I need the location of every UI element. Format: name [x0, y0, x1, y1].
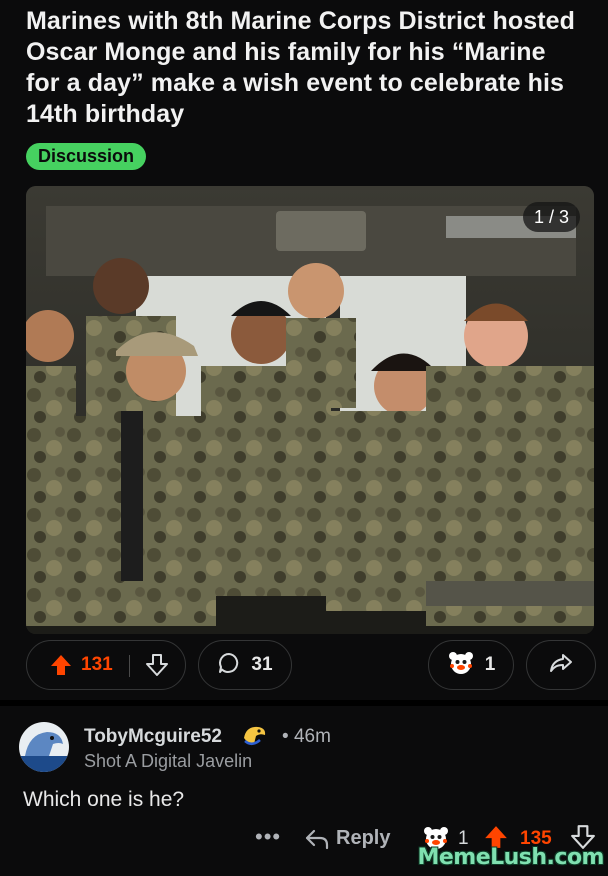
award-button[interactable]: 1 [428, 640, 514, 690]
upvote-arrow-icon[interactable] [49, 653, 73, 682]
gallery-counter: 1 / 3 [522, 202, 580, 232]
post-title[interactable]: Marines with 8th Marine Corps District h… [26, 6, 586, 130]
more-options-button[interactable]: ••• [255, 824, 281, 850]
share-arrow-icon [549, 651, 573, 680]
reply-arrow-icon[interactable] [304, 827, 330, 856]
comment-body: Which one is he? [23, 788, 185, 811]
post-flair[interactable]: Discussion [26, 143, 147, 170]
post-image[interactable]: 1 / 3 [26, 186, 594, 634]
award-icon [447, 649, 475, 682]
downvote-arrow-icon[interactable] [145, 653, 169, 682]
dino-badge-icon [240, 722, 268, 753]
user-flair: Shot A Digital Javelin [84, 751, 253, 771]
watermark: MemeLush.com [417, 845, 604, 870]
comment-time: • 46m [282, 726, 331, 747]
avatar[interactable] [19, 722, 69, 772]
marines-photo [26, 186, 594, 634]
comments-button[interactable]: 31 [198, 640, 292, 690]
post: Marines with 8th Marine Corps District h… [0, 0, 608, 700]
vote-separator [129, 655, 130, 677]
vote-control: 131 [26, 640, 186, 690]
award-count: 1 [484, 654, 496, 675]
share-button[interactable] [526, 640, 596, 690]
comment-username[interactable]: TobyMcguire52 [84, 726, 222, 748]
speech-bubble-icon [217, 651, 241, 680]
comment-count: 31 [251, 654, 273, 675]
post-score: 131 [81, 654, 113, 675]
reply-button[interactable]: Reply [336, 827, 390, 850]
post-action-bar: 131 31 1 [26, 640, 596, 690]
